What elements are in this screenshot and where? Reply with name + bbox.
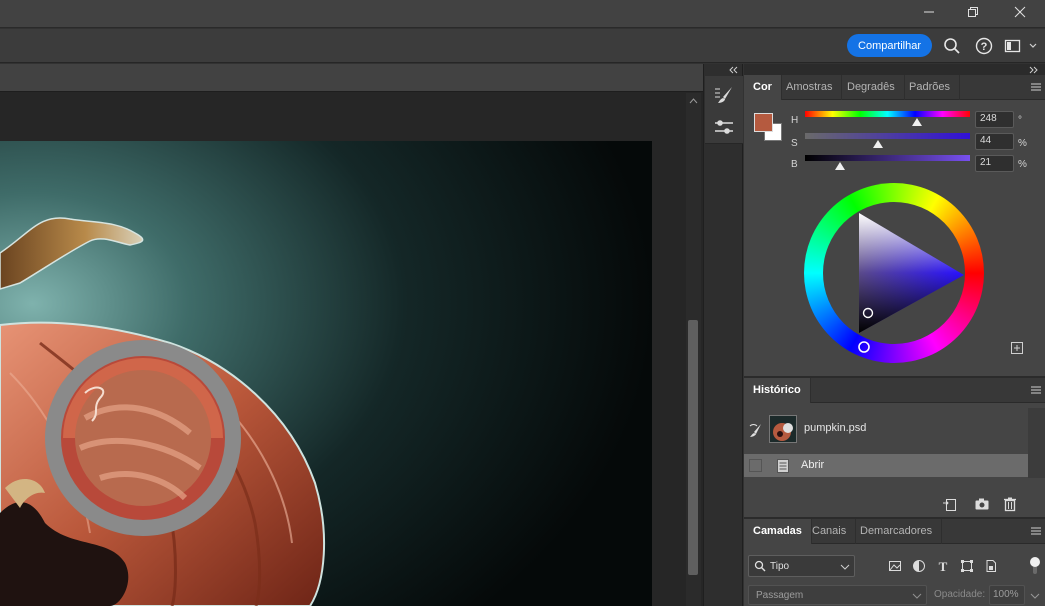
saturation-label: S: [791, 138, 798, 149]
search-icon: [754, 560, 766, 572]
new-document-from-state-icon[interactable]: [941, 495, 959, 513]
restore-icon[interactable]: [951, 0, 995, 24]
filter-adjustment-icon[interactable]: [910, 557, 928, 575]
saturation-field[interactable]: 44: [975, 133, 1014, 150]
pumpkin-artwork: [0, 93, 685, 606]
brightness-label: B: [791, 159, 798, 170]
hue-field[interactable]: 248: [975, 111, 1014, 128]
tab-demarcadores[interactable]: Demarcadores: [851, 519, 943, 544]
layers-panel-tabs: Camadas Canais Demarcadores: [744, 519, 1045, 544]
hue-label: H: [791, 115, 799, 126]
panel-menu-icon[interactable]: [1031, 82, 1041, 92]
opacity-label: Opacidade:: [934, 589, 986, 600]
svg-text:?: ?: [981, 41, 988, 53]
snapshot-thumbnail: [769, 415, 797, 443]
title-bar: [0, 0, 1045, 28]
filter-smart-object-icon[interactable]: [982, 557, 1000, 575]
tab-camadas[interactable]: Camadas: [744, 519, 812, 544]
svg-text:T: T: [939, 559, 948, 573]
close-icon[interactable]: [998, 0, 1042, 24]
collapse-arrows-icon[interactable]: [727, 66, 739, 74]
workspace-icon[interactable]: [1004, 36, 1038, 56]
tab-historico[interactable]: Histórico: [744, 378, 811, 403]
hue-slider[interactable]: [805, 111, 970, 117]
history-scroll-track[interactable]: [1028, 408, 1045, 478]
brush-settings-icon[interactable]: [713, 84, 735, 106]
snapshot-name: pumpkin.psd: [804, 422, 867, 434]
filter-pixel-icon[interactable]: [886, 557, 904, 575]
filter-toggle-switch[interactable]: [1030, 556, 1040, 576]
history-step-label: Abrir: [801, 459, 825, 471]
color-panel: Cor Amostras Degradês Padrões H 248 ° S …: [744, 75, 1045, 376]
camera-icon[interactable]: [973, 495, 991, 513]
panel-menu-icon[interactable]: [1031, 385, 1041, 395]
tab-amostras[interactable]: Amostras: [777, 75, 843, 100]
document-tab-bar: [0, 64, 703, 92]
blend-mode-dropdown[interactable]: Passagem: [748, 585, 927, 605]
blend-mode-value: Passagem: [756, 590, 804, 601]
canvas-vertical-scrollbar[interactable]: [686, 93, 701, 606]
search-icon[interactable]: [942, 36, 962, 56]
help-icon[interactable]: ?: [974, 36, 994, 56]
history-panel: Histórico pumpkin.psd Abrir: [744, 378, 1045, 517]
filter-shape-icon[interactable]: [958, 557, 976, 575]
history-panel-tabs: Histórico: [744, 378, 1045, 403]
layers-panel: Camadas Canais Demarcadores Tipo T Passa…: [744, 519, 1045, 606]
saturation-unit: %: [1018, 138, 1027, 149]
minimize-icon[interactable]: [907, 0, 951, 24]
brightness-unit: %: [1018, 159, 1027, 170]
brightness-field[interactable]: 21: [975, 155, 1014, 172]
tab-degrades[interactable]: Degradês: [838, 75, 905, 100]
trash-icon[interactable]: [1001, 495, 1019, 513]
collapsed-panel-strip: [703, 64, 743, 606]
tab-padroes[interactable]: Padrões: [900, 75, 960, 100]
layer-filter-dropdown[interactable]: Tipo: [748, 555, 855, 577]
history-brush-source-icon[interactable]: [747, 421, 765, 439]
options-bar: Compartilhar ?: [0, 29, 1045, 63]
history-step-row[interactable]: Abrir: [744, 454, 1028, 477]
foreground-color-swatch[interactable]: [754, 113, 773, 132]
expand-arrows-icon[interactable]: [1028, 66, 1040, 74]
history-step-checkbox[interactable]: [749, 459, 762, 472]
scrollbar-thumb[interactable]: [688, 320, 698, 575]
right-panels: Cor Amostras Degradês Padrões H 248 ° S …: [744, 64, 1045, 606]
opacity-field[interactable]: 100%: [989, 585, 1025, 605]
color-panel-tabs: Cor Amostras Degradês Padrões: [744, 75, 1045, 100]
filter-type-icon[interactable]: T: [934, 557, 952, 575]
share-button[interactable]: Compartilhar: [847, 34, 932, 57]
panel-menu-icon[interactable]: [1031, 526, 1041, 536]
chevron-down-icon: [912, 593, 922, 599]
chevron-down-icon: [840, 564, 850, 570]
hue-unit: °: [1018, 115, 1022, 126]
layer-filter-value: Tipo: [770, 561, 790, 572]
history-snapshot-row[interactable]: pumpkin.psd: [744, 408, 1028, 450]
document-area: [0, 64, 703, 606]
add-swatch-icon[interactable]: [1010, 341, 1024, 355]
saturation-slider-thumb[interactable]: [872, 140, 883, 148]
canvas[interactable]: [0, 93, 685, 606]
color-triangle[interactable]: [804, 183, 984, 363]
hue-ring-marker: [858, 341, 870, 353]
brightness-slider[interactable]: [805, 155, 970, 161]
chevron-down-icon[interactable]: [1030, 592, 1040, 600]
hue-slider-thumb[interactable]: [912, 118, 923, 126]
brightness-slider-thumb[interactable]: [834, 162, 845, 170]
adjustments-icon[interactable]: [713, 116, 735, 138]
document-icon: [774, 457, 792, 475]
saturation-slider[interactable]: [805, 133, 970, 139]
scroll-up-icon[interactable]: [686, 96, 701, 106]
tab-canais[interactable]: Canais: [803, 519, 857, 544]
